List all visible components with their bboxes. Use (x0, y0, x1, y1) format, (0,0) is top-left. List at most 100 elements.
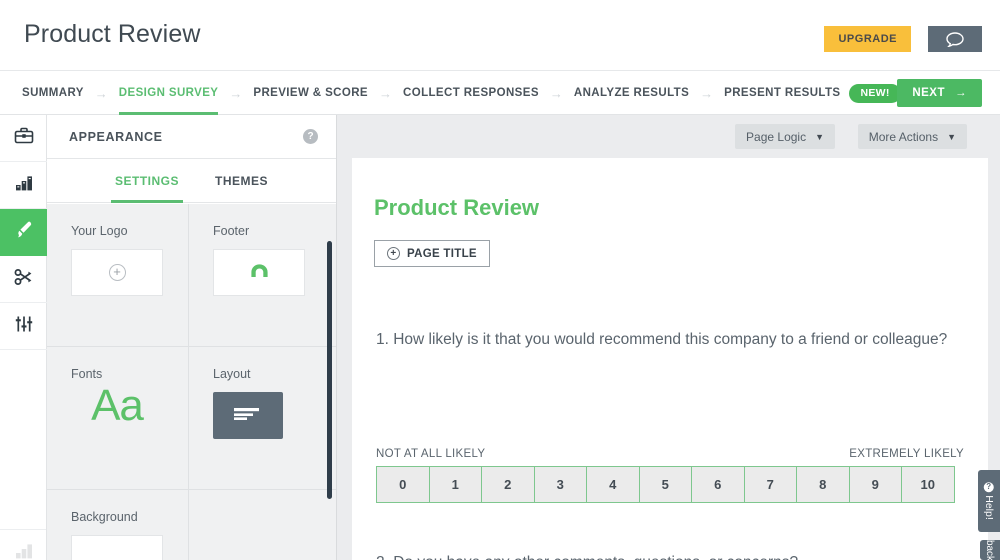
appearance-panel-title: APPEARANCE (69, 129, 163, 144)
tab-preview-score[interactable]: PREVIEW & SCORE (253, 71, 368, 115)
nps-option[interactable]: 5 (638, 466, 692, 503)
page-title: Product Review (24, 20, 201, 48)
survey-heading: Product Review (374, 195, 540, 220)
setting-label: Fonts (71, 367, 103, 381)
tab-themes[interactable]: THEMES (215, 159, 268, 203)
setting-label: Background (71, 510, 138, 524)
nps-scale: 0 1 2 3 4 5 6 7 8 9 10 (376, 466, 955, 503)
nav-arrow-icon: → (94, 85, 108, 101)
chevron-down-icon: ▼ (815, 131, 824, 142)
setting-layout[interactable]: Layout (189, 347, 336, 490)
tab-settings[interactable]: SETTINGS (110, 159, 184, 203)
rail-item-toolbox[interactable] (0, 115, 47, 162)
plus-circle-icon: + (108, 264, 126, 281)
nps-option[interactable]: 7 (743, 466, 797, 503)
logo-thumbnail[interactable]: + (71, 249, 163, 296)
rail-spacer (0, 350, 46, 530)
nps-option[interactable]: 9 (848, 466, 902, 503)
paintbrush-icon (13, 219, 35, 246)
help-icon[interactable]: ? (303, 129, 318, 144)
nav-arrow-icon: → (549, 85, 563, 101)
setting-fonts[interactable]: Fonts Aa (47, 347, 189, 490)
scale-label-low: NOT AT ALL LIKELY (376, 448, 486, 460)
help-icon: ? (984, 482, 995, 493)
top-header: Product Review UPGRADE (0, 0, 1000, 71)
tab-design-survey[interactable]: DESIGN SURVEY (118, 71, 219, 115)
nav-arrow-icon: → (229, 85, 243, 101)
nps-option[interactable]: 2 (481, 466, 535, 503)
rail-item-options[interactable] (0, 303, 47, 350)
survey-editor-area: Page Logic ▼ More Actions ▼ Product Revi… (337, 115, 1000, 560)
appearance-settings-grid: Your Logo + Footer Fonts Aa Layout Backg… (47, 204, 336, 560)
plus-circle-icon: + (387, 247, 400, 260)
rail-item-hidden[interactable] (0, 530, 47, 560)
survey-toolbar: Page Logic ▼ More Actions ▼ (337, 115, 1000, 158)
nps-option[interactable]: 10 (901, 466, 955, 503)
setting-footer[interactable]: Footer (189, 204, 336, 347)
tab-present-results[interactable]: PRESENT RESULTS NEW! (724, 71, 901, 115)
more-actions-button[interactable]: More Actions ▼ (857, 124, 967, 149)
add-page-title-label: PAGE TITLE (407, 247, 477, 260)
speech-bubble-icon (946, 31, 964, 47)
branching-logic-icon (13, 268, 35, 291)
next-button[interactable]: NEXT → (897, 79, 982, 107)
rail-item-charts[interactable] (0, 162, 47, 209)
survey-page-card: Product Review + PAGE TITLE 1. How likel… (352, 158, 988, 560)
nps-option[interactable]: 8 (796, 466, 850, 503)
left-icon-rail (0, 115, 47, 560)
feedback-tab-label: back (984, 540, 996, 560)
layout-thumbnail[interactable] (213, 392, 283, 439)
setting-label: Footer (213, 224, 250, 238)
background-swatch[interactable] (71, 535, 163, 560)
chevron-down-icon: ▼ (947, 131, 956, 142)
setting-background[interactable]: Background (47, 490, 189, 560)
add-page-title-button[interactable]: + PAGE TITLE (374, 240, 490, 267)
footer-thumbnail[interactable] (213, 249, 305, 296)
layout-lines-icon (232, 404, 264, 427)
next-button-label: NEXT (912, 87, 945, 99)
page-logic-button[interactable]: Page Logic ▼ (735, 124, 835, 149)
nps-option[interactable]: 0 (376, 466, 430, 503)
font-sample: Aa (91, 381, 144, 430)
scale-label-high: EXTREMELY LIKELY (849, 448, 964, 460)
toolbox-icon (14, 127, 34, 150)
new-badge: NEW! (849, 83, 901, 103)
question-1-text[interactable]: 1. How likely is it that you would recom… (376, 330, 966, 350)
help-tab-label: Help! (983, 495, 996, 520)
tab-analyze-results[interactable]: ANALYZE RESULTS (574, 71, 689, 115)
arrow-right-icon: → (955, 87, 967, 99)
sliders-icon (14, 315, 34, 338)
setting-your-logo[interactable]: Your Logo + (47, 204, 189, 347)
monkey-arch-icon (249, 263, 270, 283)
nps-option[interactable]: 1 (428, 466, 482, 503)
setting-empty (189, 490, 336, 560)
nav-arrow-icon: → (700, 85, 714, 101)
bar-chart-icon (14, 542, 34, 560)
workflow-nav: SUMMARY → DESIGN SURVEY → PREVIEW & SCOR… (0, 71, 1000, 115)
nps-option[interactable]: 4 (586, 466, 640, 503)
nps-option[interactable]: 3 (533, 466, 587, 503)
rail-item-appearance[interactable] (0, 209, 47, 256)
tab-present-results-label: PRESENT RESULTS (724, 87, 841, 99)
nav-arrow-icon: → (379, 85, 393, 101)
tab-collect-responses[interactable]: COLLECT RESPONSES (403, 71, 539, 115)
workflow-nav-items: SUMMARY → DESIGN SURVEY → PREVIEW & SCOR… (22, 71, 901, 115)
question-2-text[interactable]: 2. Do you have any other comments, quest… (376, 553, 966, 560)
chat-button[interactable] (928, 26, 982, 52)
rail-item-logic[interactable] (0, 256, 47, 303)
feedback-tab[interactable]: back (980, 540, 1000, 560)
setting-label: Layout (213, 367, 251, 381)
tab-summary[interactable]: SUMMARY (22, 71, 84, 115)
setting-label: Your Logo (71, 224, 128, 238)
help-tab[interactable]: ? Help! (978, 470, 1000, 532)
panel-scrollbar[interactable] (327, 241, 332, 499)
appearance-panel-header: APPEARANCE ? (47, 115, 336, 159)
appearance-panel: APPEARANCE ? SETTINGS THEMES Your Logo +… (47, 115, 337, 560)
app-root: Product Review UPGRADE SUMMARY → DESIGN … (0, 0, 1000, 560)
help-tab-inner: ? Help! (983, 482, 995, 520)
page-logic-label: Page Logic (746, 129, 807, 144)
upgrade-button[interactable]: UPGRADE (824, 26, 911, 52)
appearance-panel-tabs: SETTINGS THEMES (47, 159, 336, 203)
nps-option[interactable]: 6 (691, 466, 745, 503)
more-actions-label: More Actions (868, 129, 939, 144)
